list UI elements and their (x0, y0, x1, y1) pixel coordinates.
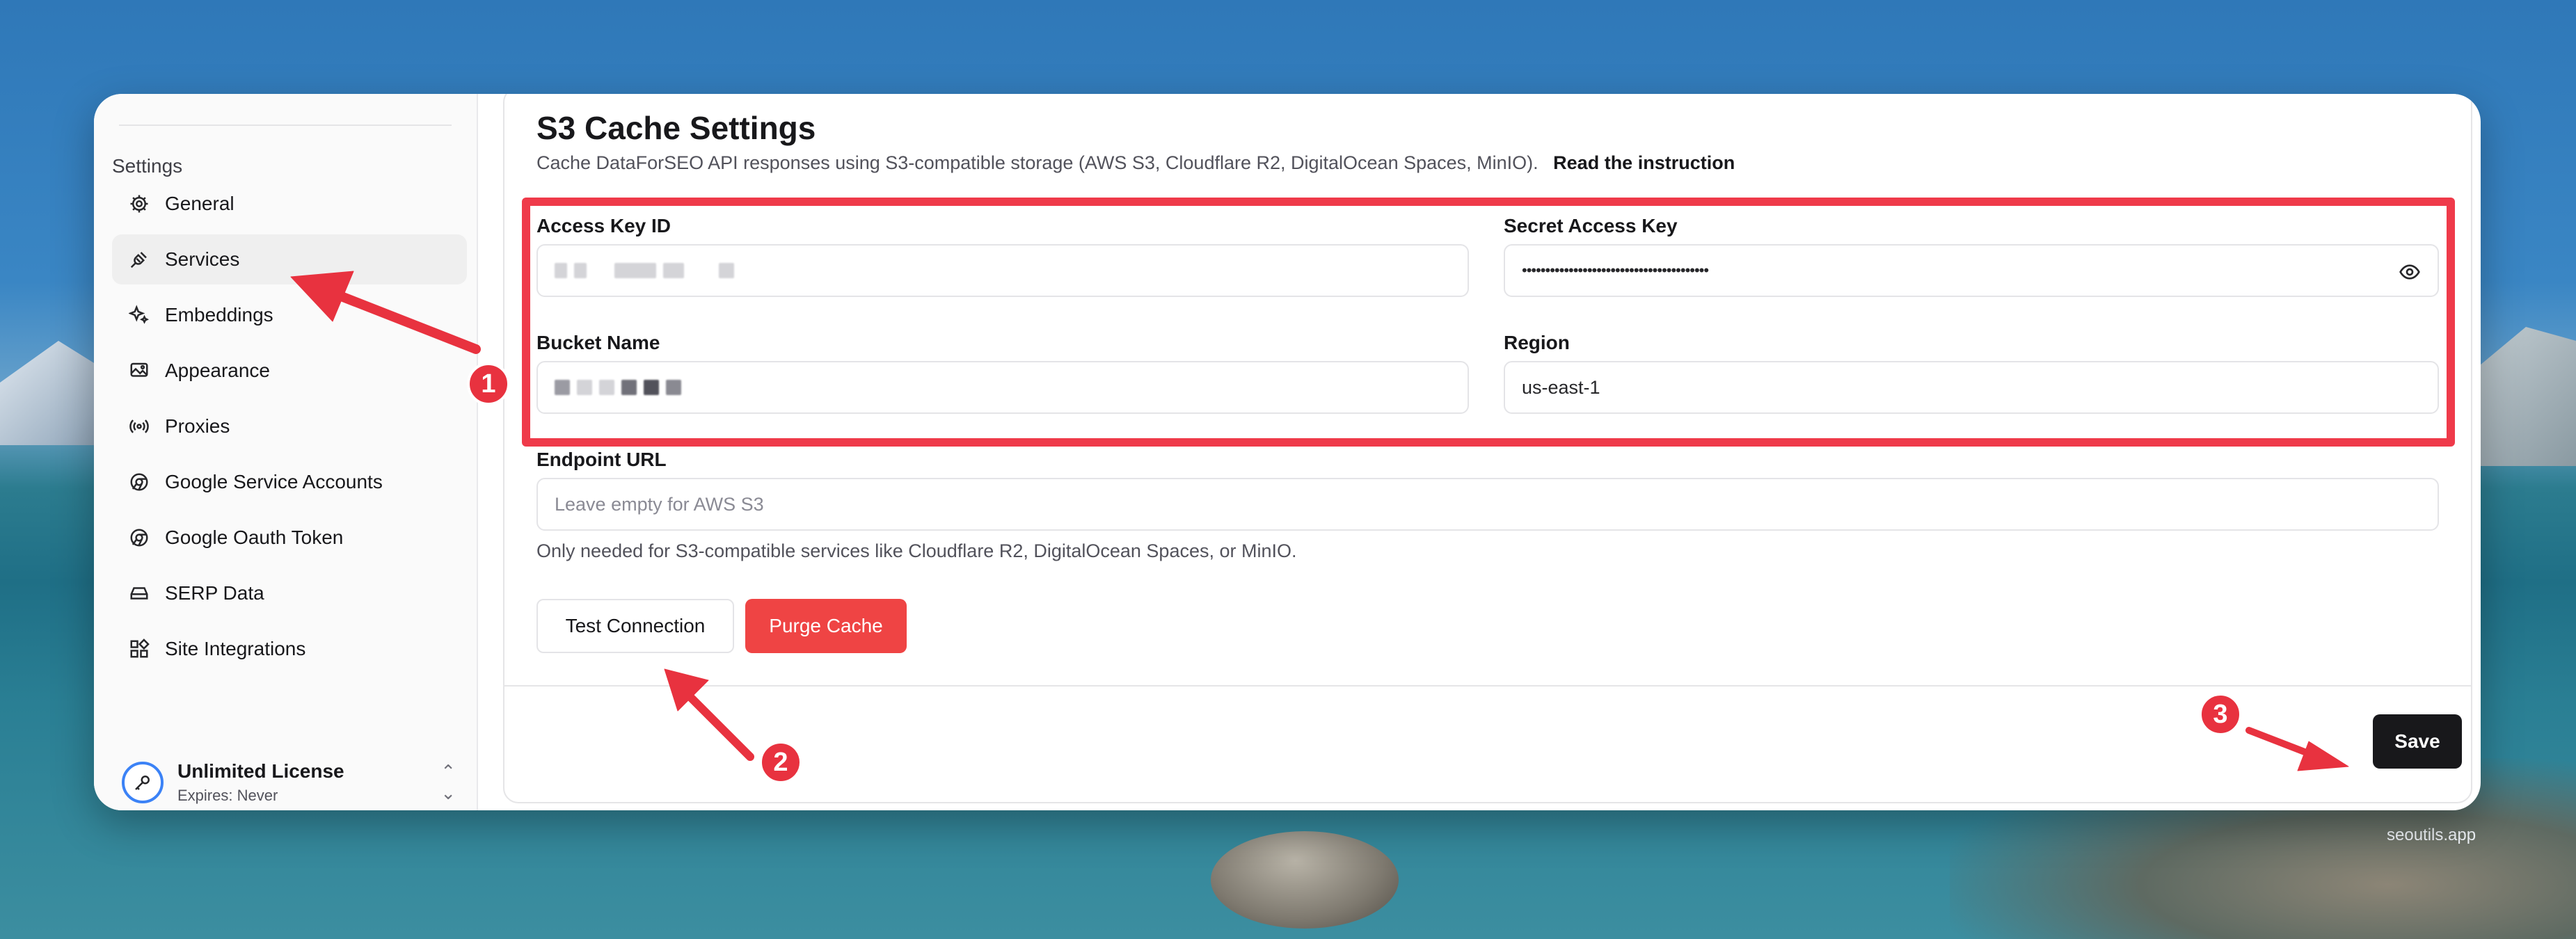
arrow-to-test-connection (681, 688, 754, 761)
arrow-head (2297, 741, 2349, 771)
annotation-arrows (290, 271, 2349, 771)
step-badge-3: 3 (2199, 693, 2242, 736)
step-badge-2: 2 (759, 741, 802, 784)
arrow-to-services (322, 286, 481, 354)
step-badge-1: 1 (467, 362, 510, 406)
